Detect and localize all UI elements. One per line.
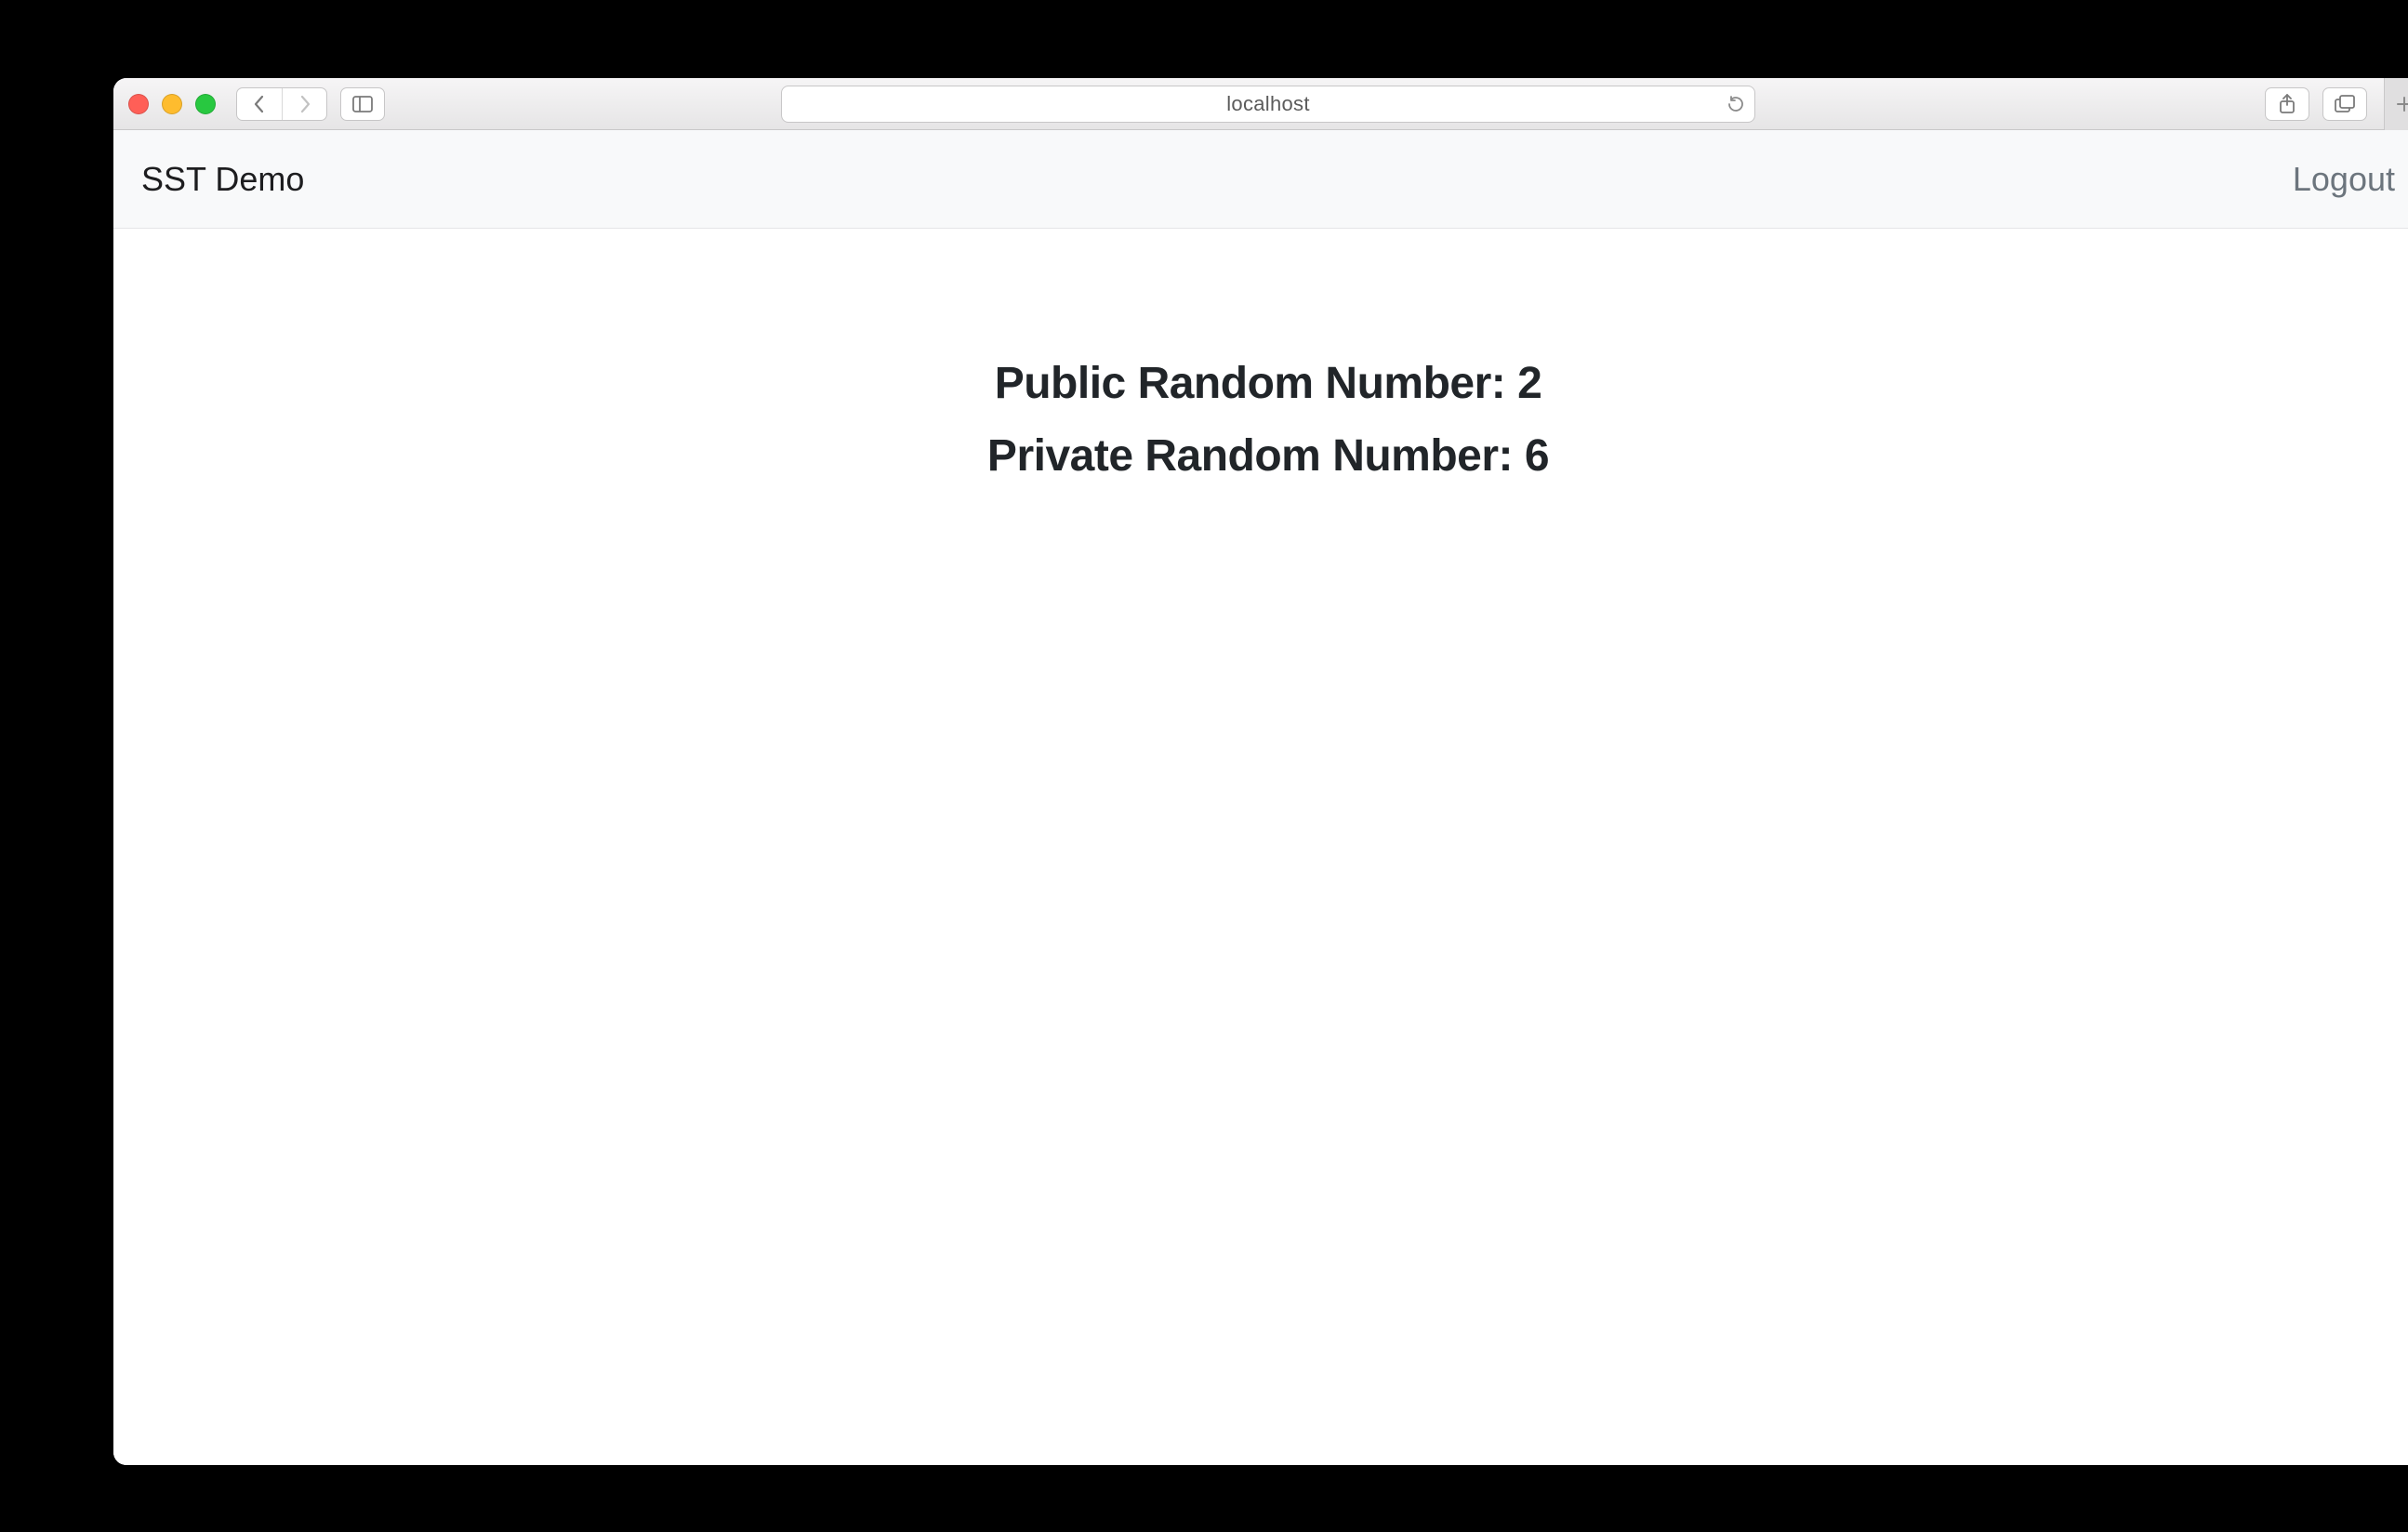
page-content: SST Demo Logout Public Random Number: 2 … [113, 130, 2408, 1465]
forward-button[interactable] [282, 88, 326, 120]
public-number-label: Public Random Number: [995, 359, 1517, 408]
private-number-value: 6 [1525, 431, 1549, 481]
chevron-left-icon [252, 95, 267, 113]
private-number-row: Private Random Number: 6 [113, 428, 2408, 485]
tabs-overview-button[interactable] [2322, 87, 2367, 121]
logout-link[interactable]: Logout [2293, 160, 2395, 199]
back-button[interactable] [237, 88, 282, 120]
browser-window: localhost [113, 78, 2408, 1465]
share-icon [2278, 94, 2296, 114]
address-bar[interactable]: localhost [781, 86, 1755, 123]
minimize-window-button[interactable] [162, 94, 182, 114]
new-tab-button[interactable] [2384, 78, 2408, 130]
address-text: localhost [1226, 92, 1310, 116]
plus-icon [2396, 96, 2408, 112]
close-window-button[interactable] [128, 94, 149, 114]
app-navbar: SST Demo Logout [113, 130, 2408, 229]
tabs-icon [2335, 95, 2355, 113]
browser-title-bar: localhost [113, 78, 2408, 130]
public-number-row: Public Random Number: 2 [113, 355, 2408, 413]
reload-button[interactable] [1727, 95, 1745, 113]
main-content: Public Random Number: 2 Private Random N… [113, 229, 2408, 1465]
share-button[interactable] [2265, 87, 2309, 121]
reload-icon [1727, 95, 1745, 113]
nav-back-forward [236, 87, 327, 121]
sidebar-icon [352, 96, 373, 112]
window-controls [128, 94, 216, 114]
brand-link[interactable]: SST Demo [141, 160, 304, 199]
sidebar-toggle-button[interactable] [340, 87, 385, 121]
chevron-right-icon [298, 95, 312, 113]
private-number-label: Private Random Number: [987, 431, 1525, 481]
maximize-window-button[interactable] [195, 94, 216, 114]
public-number-value: 2 [1517, 359, 1541, 408]
